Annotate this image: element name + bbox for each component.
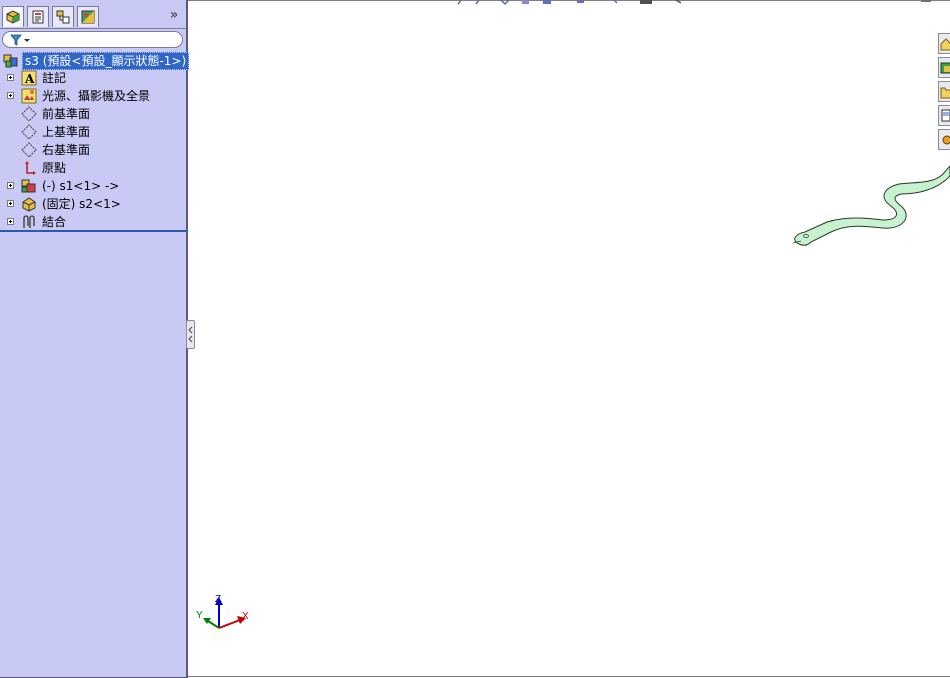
tree-root-item[interactable]: s3 (預設<預設_顯示狀態-1>) [0, 51, 190, 70]
tree-item-label: 前基準面 [42, 107, 91, 121]
property-manager-icon [32, 10, 44, 24]
tree-item-label: 右基準面 [42, 143, 91, 157]
task-pane-tabs [938, 33, 950, 153]
tree-item-label: 上基準面 [42, 125, 91, 139]
tree-item-label: (固定) s2<1> [42, 197, 121, 211]
expand-toggle[interactable] [7, 182, 14, 189]
tree-item-front-plane[interactable]: 前基準面 [0, 105, 186, 123]
svg-text:A: A [24, 72, 35, 86]
feature-manager-panel: » s3 (預設<預設_顯示狀態-1>) A 註記 光源、攝影機及全景 前基準面… [0, 0, 190, 678]
tree-filter-field[interactable] [2, 31, 183, 48]
z-axis-label: Z [215, 594, 221, 605]
tab-propertymanager[interactable] [27, 6, 49, 27]
tree-item-label: (-) s1<1> -> [42, 179, 120, 193]
tree-item-part-s1[interactable]: (-) s1<1> -> [0, 177, 186, 195]
display-manager-icon [81, 10, 95, 24]
origin-icon [25, 161, 36, 175]
view-icon[interactable] [675, 0, 682, 4]
tab-divider [0, 28, 186, 29]
tree-item-right-plane[interactable]: 右基準面 [0, 141, 186, 159]
expand-toggle[interactable] [7, 218, 14, 225]
appearances-icon [942, 135, 950, 145]
manager-tabs [2, 6, 99, 28]
lights-cameras-icon [21, 88, 37, 104]
view-icon[interactable] [543, 0, 551, 4]
configuration-manager-icon [56, 10, 70, 24]
task-pane-tab-view-palette[interactable] [938, 105, 950, 126]
tree-item-annotations[interactable]: A 註記 [0, 69, 186, 87]
tree-end-divider [0, 230, 186, 232]
expand-toggle[interactable] [7, 74, 14, 81]
folder-icon [940, 87, 950, 99]
home-icon [940, 38, 950, 51]
part-icon [22, 197, 36, 212]
task-pane-tab-appearances[interactable] [938, 129, 950, 150]
graphics-area[interactable] [188, 0, 950, 677]
view-icon[interactable] [457, 0, 462, 5]
design-library-icon [940, 62, 950, 74]
plane-icon [21, 106, 37, 122]
tree-item-label: 註記 [42, 71, 67, 85]
snake-body [794, 165, 950, 246]
task-pane-tab-home[interactable] [938, 33, 950, 54]
annotations-icon: A [21, 70, 37, 86]
snake-model[interactable] [787, 160, 950, 256]
view-palette-icon [941, 109, 950, 122]
part-icon [21, 179, 36, 193]
x-axis-label: X [242, 611, 249, 622]
filter-icon [10, 34, 30, 46]
y-axis [207, 620, 220, 629]
mates-icon [23, 215, 35, 228]
tree-item-mates[interactable]: 結合 [0, 213, 186, 231]
view-icon[interactable] [577, 0, 584, 3]
tree-item-label: 原點 [42, 161, 67, 175]
tree-item-top-plane[interactable]: 上基準面 [0, 123, 186, 141]
view-icon[interactable] [522, 0, 529, 4]
task-pane-tab-design-library[interactable] [938, 57, 950, 78]
triad-axes: Z X Y [196, 594, 249, 629]
window-edge-mark [921, 0, 931, 2]
view-icon[interactable] [613, 0, 618, 4]
expand-toggle[interactable] [7, 200, 14, 207]
plane-icon [21, 142, 37, 158]
tab-featuremanager[interactable] [2, 6, 24, 27]
tree-item-part-s2[interactable]: (固定) s2<1> [0, 195, 186, 213]
tree-item-label: 光源、攝影機及全景 [42, 89, 151, 103]
view-icon[interactable] [640, 0, 652, 4]
view-icon[interactable] [500, 0, 510, 6]
expand-toggle[interactable] [7, 92, 14, 99]
feature-tree-icon [6, 10, 20, 24]
tab-displaymanager[interactable] [77, 6, 99, 27]
tree-item-lights-cameras[interactable]: 光源、攝影機及全景 [0, 87, 186, 105]
plane-icon [21, 124, 37, 140]
tab-configurationmanager[interactable] [52, 6, 74, 27]
x-axis [218, 619, 241, 629]
tree-root-label: s3 (預設<預設_顯示狀態-1>) [22, 52, 190, 70]
task-pane-tab-file-explorer[interactable] [938, 81, 950, 102]
reference-triad: Z X Y [194, 592, 254, 632]
tree-item-label: 結合 [42, 215, 67, 229]
tree-item-origin[interactable]: 原點 [0, 159, 186, 177]
heads-up-toolbar[interactable] [455, 0, 690, 6]
expand-panel-button[interactable]: » [167, 7, 181, 23]
assembly-icon [3, 54, 18, 68]
view-icon[interactable] [475, 0, 480, 5]
y-axis-label: Y [196, 610, 203, 621]
